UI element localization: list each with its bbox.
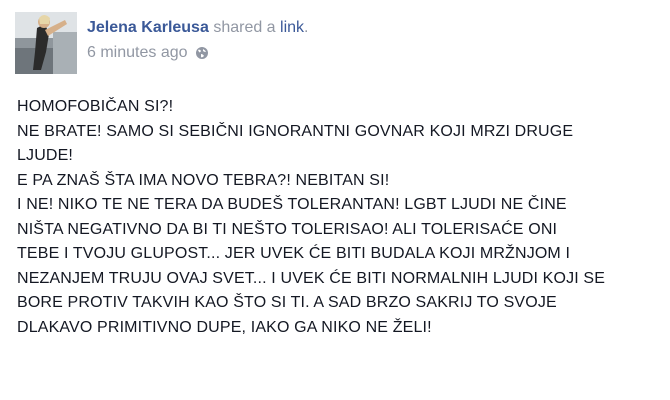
post-line: I NE! NIKO TE NE TERA DA BUDEŠ TOLERANTA… <box>17 196 567 213</box>
post-line: E PA ZNAŠ ŠTA IMA NOVO TEBRA?! NEBITAN S… <box>17 171 390 189</box>
action-prefix: shared a <box>213 19 276 36</box>
post-line: LJUDE! <box>17 147 74 164</box>
post-meta: 6 minutes ago <box>87 44 209 62</box>
globe-icon[interactable] <box>195 46 209 60</box>
post-line: NE BRATE! SAMO SI SEBIČNI IGNORANTNI GOV… <box>17 122 574 140</box>
post-line: DLAKAVO PRIMITIVNO DUPE, IAKO GA NIKO NE… <box>17 318 432 336</box>
post-line: NIŠTA NEGATIVNO DA BI TI NEŠTO TOLERISAO… <box>17 220 558 238</box>
shared-link[interactable]: link <box>280 19 304 36</box>
post-line: NEZANJEM TRUJU OVAJ SVET... I UVEK ĆE BI… <box>17 269 606 287</box>
action-suffix: . <box>304 19 309 36</box>
avatar[interactable] <box>15 12 77 74</box>
post-line: TEBE I TVOJU GLUPOST... JER UVEK ĆE BITI… <box>17 245 571 262</box>
post-header: Jelena Karleusa shared a link. <box>87 19 309 37</box>
post-body: HOMOFOBIČAN SI?! NE BRATE! SAMO SI SEBIČ… <box>17 95 670 395</box>
timestamp[interactable]: 6 minutes ago <box>87 44 188 62</box>
post-line: HOMOFOBIČAN SI?! <box>17 98 174 115</box>
profile-photo <box>15 12 77 74</box>
author-name[interactable]: Jelena Karleusa <box>87 19 209 36</box>
post-line: BORE PROTIV TAKVIH KAO ŠTO SI TI. A SAD … <box>17 294 557 311</box>
